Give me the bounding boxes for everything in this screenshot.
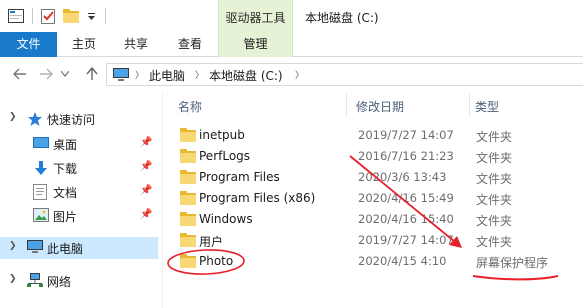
network-icon <box>27 273 43 289</box>
item-name: 用户 <box>199 235 224 249</box>
forward-button[interactable] <box>38 66 54 82</box>
list-item[interactable]: 用户 2019/7/27 14:07 文件夹 <box>170 230 583 251</box>
nav-item-label: 此电脑 <box>47 242 84 256</box>
item-date: 2020/4/16 15:40 <box>358 212 454 226</box>
context-tab-label: 驱动器工具 <box>225 11 286 25</box>
item-name: Windows <box>199 212 253 226</box>
ribbon-tabs: 文件 主页 共享 查看 管理 <box>0 32 583 57</box>
column-divider[interactable] <box>346 94 347 116</box>
expand-chevron-icon[interactable]: ❯ <box>9 241 17 251</box>
item-name: inetpub <box>199 128 245 142</box>
pane-divider[interactable] <box>162 92 163 308</box>
address-bar[interactable]: 〉 此电脑 〉 本地磁盘 (C:) 〉 <box>106 63 583 86</box>
tab-view[interactable]: 查看 <box>170 32 210 57</box>
item-type: 文件夹 <box>476 130 513 144</box>
item-type: 文件夹 <box>476 151 513 165</box>
nav-item-desktop[interactable]: 桌面 📌 <box>0 133 158 155</box>
list-item[interactable]: inetpub 2019/7/27 14:07 文件夹 <box>170 125 583 146</box>
tab-home[interactable]: 主页 <box>64 32 104 57</box>
new-folder-icon[interactable] <box>63 7 79 25</box>
list-item[interactable]: Photo 2020/4/15 4:10 屏幕保护程序 <box>170 251 583 272</box>
navigation-pane: ❯ 快速访问 桌面 📌 下载 📌 文档 📌 图片 📌 ❯ 此电脑 ❯ 网络 <box>0 92 162 308</box>
item-date: 2019/7/27 14:07 <box>358 233 454 247</box>
nav-item-label: 桌面 <box>53 138 78 152</box>
nav-item-label: 网络 <box>47 275 72 289</box>
desktop-icon <box>33 136 49 152</box>
nav-item-network[interactable]: ❯ 网络 <box>0 270 158 292</box>
computer-icon <box>113 68 129 84</box>
item-type: 文件夹 <box>476 214 513 228</box>
column-divider[interactable] <box>469 94 470 116</box>
item-type: 屏幕保护程序 <box>476 256 549 270</box>
nav-item-this-pc[interactable]: ❯ 此电脑 <box>0 237 158 259</box>
pin-icon[interactable]: 📌 <box>140 161 152 172</box>
folder-icon <box>180 212 196 226</box>
nav-item-pictures[interactable]: 图片 📌 <box>0 205 158 227</box>
folder-icon <box>180 170 196 184</box>
item-name: Program Files <box>199 170 280 184</box>
navigation-bar: 〉 此电脑 〉 本地磁盘 (C:) 〉 <box>0 57 583 92</box>
folder-icon <box>180 149 196 163</box>
item-type: 文件夹 <box>476 172 513 186</box>
item-date: 2019/7/27 14:07 <box>358 128 454 142</box>
expand-chevron-icon[interactable]: ❯ <box>9 112 17 122</box>
column-header-date[interactable]: 修改日期 <box>356 98 404 115</box>
item-date: 2020/4/16 15:49 <box>358 191 454 205</box>
nav-item-label: 图片 <box>53 210 78 224</box>
nav-item-label: 下载 <box>53 162 78 176</box>
item-date: 2016/7/16 21:23 <box>358 149 454 163</box>
folder-icon <box>180 128 196 142</box>
breadcrumb-local-disk[interactable]: 本地磁盘 (C:) <box>209 67 283 84</box>
breadcrumb-separator-icon[interactable]: 〉 <box>295 68 304 81</box>
back-button[interactable] <box>12 66 28 82</box>
tab-share[interactable]: 共享 <box>116 32 156 57</box>
title-bar: 驱动器工具 本地磁盘 (C:) <box>0 0 583 32</box>
star-icon <box>27 111 43 127</box>
file-list: 名称 修改日期 类型 inetpub 2019/7/27 14:07 文件夹 P… <box>170 92 583 308</box>
properties-icon[interactable] <box>40 7 56 25</box>
column-header-type[interactable]: 类型 <box>475 98 499 115</box>
item-type: 文件夹 <box>476 235 513 249</box>
item-type: 文件夹 <box>476 193 513 207</box>
breadcrumb-this-pc[interactable]: 此电脑 <box>149 67 185 84</box>
nav-item-downloads[interactable]: 下载 📌 <box>0 157 158 179</box>
app-icon[interactable] <box>8 7 24 25</box>
folder-icon <box>180 254 196 268</box>
window-title: 本地磁盘 (C:) <box>305 11 379 25</box>
pin-icon[interactable]: 📌 <box>140 209 152 220</box>
nav-item-quick-access[interactable]: ❯ 快速访问 <box>0 108 158 130</box>
picture-icon <box>33 208 49 224</box>
column-header-name[interactable]: 名称 <box>178 98 202 115</box>
up-button[interactable] <box>84 66 100 82</box>
tab-manage[interactable]: 管理 <box>218 32 293 57</box>
list-item[interactable]: Program Files (x86) 2020/4/16 15:49 文件夹 <box>170 188 583 209</box>
breadcrumb-separator-icon[interactable]: 〉 <box>135 68 144 81</box>
list-item[interactable]: Program Files 2020/3/6 13:43 文件夹 <box>170 167 583 188</box>
nav-item-label: 文档 <box>53 186 78 200</box>
expand-chevron-icon[interactable]: ❯ <box>9 274 17 284</box>
pin-icon[interactable]: 📌 <box>140 185 152 196</box>
list-item[interactable]: Windows 2020/4/16 15:40 文件夹 <box>170 209 583 230</box>
computer-icon <box>27 240 43 256</box>
document-icon <box>33 184 49 200</box>
customize-toolbar-icon[interactable] <box>86 7 96 25</box>
folder-icon <box>180 233 196 247</box>
item-date: 2020/4/15 4:10 <box>358 254 447 268</box>
item-name: Program Files (x86) <box>199 191 316 205</box>
pin-icon[interactable]: 📌 <box>140 137 152 148</box>
recent-locations-button[interactable] <box>60 66 70 82</box>
nav-item-label: 快速访问 <box>47 113 96 127</box>
nav-item-documents[interactable]: 文档 📌 <box>0 181 158 203</box>
list-item[interactable]: PerfLogs 2016/7/16 21:23 文件夹 <box>170 146 583 167</box>
folder-icon <box>180 191 196 205</box>
item-name: Photo <box>199 254 234 268</box>
download-icon <box>33 160 49 176</box>
breadcrumb-separator-icon[interactable]: 〉 <box>195 68 204 81</box>
item-date: 2020/3/6 13:43 <box>358 170 447 184</box>
tab-file[interactable]: 文件 <box>0 32 57 57</box>
drive-tools-context-tab: 驱动器工具 <box>218 0 293 32</box>
item-name: PerfLogs <box>199 149 251 163</box>
